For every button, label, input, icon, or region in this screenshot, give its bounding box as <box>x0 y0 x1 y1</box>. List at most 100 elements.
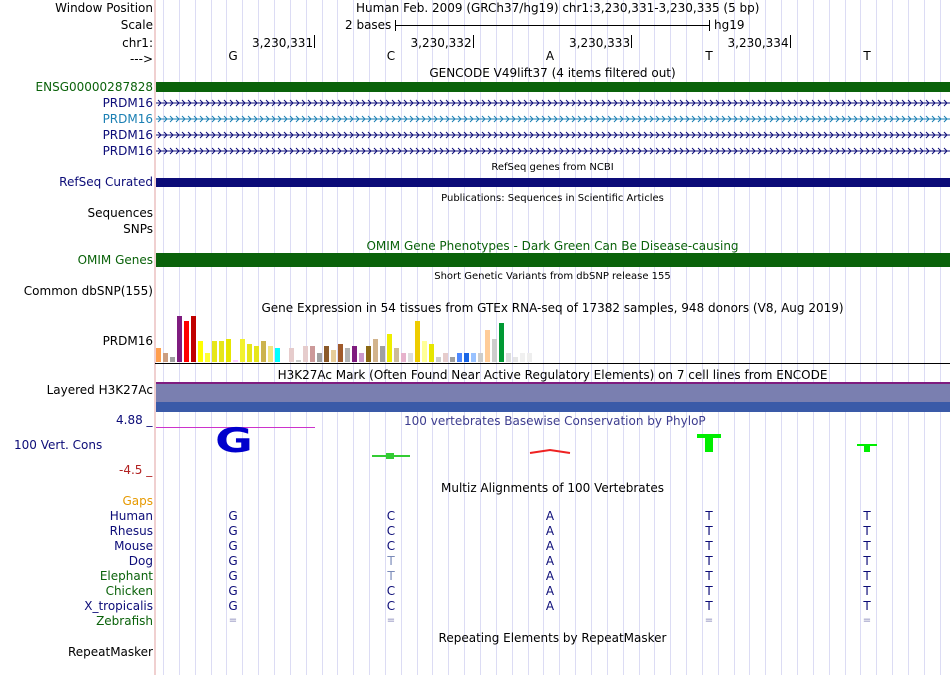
gtex-tissue-bar[interactable] <box>198 341 203 362</box>
species-label[interactable]: Zebrafish <box>96 614 153 628</box>
gtex-tissue-bar[interactable] <box>436 357 441 362</box>
gtex-tissue-bar[interactable] <box>177 316 182 362</box>
gtex-tissue-bar[interactable] <box>226 339 231 362</box>
publications-sequences-label[interactable]: Sequences <box>88 206 153 220</box>
gtex-tissue-bar[interactable] <box>331 350 336 362</box>
gtex-bar-graph[interactable] <box>156 316 536 362</box>
gtex-tissue-bar[interactable] <box>212 341 217 362</box>
gtex-tissue-bar[interactable] <box>352 346 357 362</box>
gencode-item-label[interactable]: ENSG00000287828 <box>36 80 153 94</box>
gtex-tissue-bar[interactable] <box>268 346 273 362</box>
gtex-tissue-bar[interactable] <box>485 330 490 362</box>
species-label[interactable]: X_tropicalis <box>84 599 153 613</box>
gtex-tissue-bar[interactable] <box>254 346 259 362</box>
gtex-label[interactable]: PRDM16 <box>103 334 153 348</box>
gencode-item-label[interactable]: PRDM16 <box>103 128 153 142</box>
gtex-tissue-bar[interactable] <box>366 346 371 362</box>
gtex-tissue-bar[interactable] <box>261 341 266 362</box>
gtex-tissue-bar[interactable] <box>401 353 406 362</box>
publications-snps-label[interactable]: SNPs <box>123 222 153 236</box>
gtex-tissue-bar[interactable] <box>163 353 168 362</box>
gtex-tissue-bar[interactable] <box>506 353 511 362</box>
dbsnp-label[interactable]: Common dbSNP(155) <box>24 284 153 298</box>
gencode-item-label[interactable]: PRDM16 <box>103 96 153 110</box>
refseq-label[interactable]: RefSeq Curated <box>59 175 153 189</box>
gtex-tissue-bar[interactable] <box>373 339 378 362</box>
gtex-tissue-bar[interactable] <box>345 348 350 362</box>
gtex-tissue-bar[interactable] <box>513 357 518 362</box>
species-label[interactable]: Mouse <box>114 539 153 553</box>
multiz-gaps-label[interactable]: Gaps <box>122 494 153 508</box>
gencode-intron-line[interactable] <box>156 99 950 107</box>
species-label[interactable]: Human <box>110 509 153 523</box>
gtex-track-title[interactable]: Gene Expression in 54 tissues from GTEx … <box>155 301 950 315</box>
gtex-tissue-bar[interactable] <box>457 353 462 362</box>
gtex-tissue-bar[interactable] <box>422 341 427 362</box>
gtex-tissue-bar[interactable] <box>310 346 315 362</box>
coord-label: 3,230,332 <box>410 36 472 50</box>
h3k27ac-label[interactable]: Layered H3K27Ac <box>47 383 153 397</box>
species-label[interactable]: Dog <box>129 554 153 568</box>
gtex-tissue-bar[interactable] <box>170 357 175 362</box>
gtex-tissue-bar[interactable] <box>450 357 455 362</box>
gtex-tissue-bar[interactable] <box>464 353 469 362</box>
gtex-tissue-bar[interactable] <box>478 353 483 362</box>
omim-label[interactable]: OMIM Genes <box>78 253 153 267</box>
species-label[interactable]: Chicken <box>106 584 153 598</box>
base-letter: T <box>863 49 871 63</box>
scale-label: Scale <box>120 18 153 32</box>
species-label[interactable]: Elephant <box>100 569 153 583</box>
gtex-tissue-bar[interactable] <box>387 334 392 362</box>
gtex-tissue-bar[interactable] <box>275 348 280 362</box>
gencode-intron-line[interactable] <box>156 147 950 155</box>
omim-gene-bar[interactable] <box>156 253 950 267</box>
gtex-tissue-bar[interactable] <box>429 344 434 362</box>
h3k27ac-signal[interactable] <box>156 382 950 412</box>
refseq-gene-bar[interactable] <box>156 178 950 187</box>
gencode-gene-bar[interactable] <box>156 82 950 92</box>
gtex-tissue-bar[interactable] <box>219 341 224 362</box>
gtex-tissue-bar[interactable] <box>296 360 301 362</box>
gtex-tissue-bar[interactable] <box>317 353 322 362</box>
gtex-tissue-bar[interactable] <box>527 353 532 362</box>
assembly-position[interactable]: Human Feb. 2009 (GRCh37/hg19) chr1:3,230… <box>356 1 759 15</box>
gtex-tissue-bar[interactable] <box>380 346 385 362</box>
gtex-tissue-bar[interactable] <box>191 316 196 362</box>
gtex-tissue-bar[interactable] <box>282 348 287 362</box>
gtex-tissue-bar[interactable] <box>443 353 448 362</box>
gencode-intron-line[interactable] <box>156 131 950 139</box>
refseq-track-title[interactable]: RefSeq genes from NCBI <box>155 161 950 175</box>
gtex-tissue-bar[interactable] <box>415 321 420 362</box>
gencode-intron-line[interactable] <box>156 115 950 123</box>
gtex-tissue-bar[interactable] <box>520 353 525 362</box>
omim-track-title[interactable]: OMIM Gene Phenotypes - Dark Green Can Be… <box>155 239 950 253</box>
gtex-tissue-bar[interactable] <box>240 339 245 362</box>
gtex-tissue-bar[interactable] <box>247 344 252 362</box>
dbsnp-track-title[interactable]: Short Genetic Variants from dbSNP releas… <box>155 270 950 284</box>
repeatmasker-track-title[interactable]: Repeating Elements by RepeatMasker <box>155 631 950 645</box>
gtex-tissue-bar[interactable] <box>303 346 308 362</box>
repeatmasker-label[interactable]: RepeatMasker <box>68 645 153 659</box>
gtex-tissue-bar[interactable] <box>408 353 413 362</box>
gtex-tissue-bar[interactable] <box>471 353 476 362</box>
species-label[interactable]: Rhesus <box>110 524 153 538</box>
cons-label[interactable]: 100 Vert. Cons <box>14 438 102 452</box>
gtex-tissue-bar[interactable] <box>205 353 210 362</box>
cons-wiggle[interactable]: G <box>156 425 950 465</box>
publications-track-title[interactable]: Publications: Sequences in Scientific Ar… <box>155 192 950 206</box>
gtex-tissue-bar[interactable] <box>233 360 238 362</box>
gtex-tissue-bar[interactable] <box>324 346 329 362</box>
gtex-tissue-bar[interactable] <box>338 344 343 362</box>
gencode-item-label[interactable]: PRDM16 <box>103 112 153 126</box>
gtex-tissue-bar[interactable] <box>499 323 504 362</box>
h3k27ac-track-title[interactable]: H3K27Ac Mark (Often Found Near Active Re… <box>155 368 950 382</box>
gencode-item-label[interactable]: PRDM16 <box>103 144 153 158</box>
gtex-tissue-bar[interactable] <box>492 339 497 362</box>
gtex-tissue-bar[interactable] <box>184 321 189 362</box>
gencode-track-title[interactable]: GENCODE V49lift37 (4 items filtered out) <box>155 66 950 80</box>
gtex-tissue-bar[interactable] <box>289 348 294 362</box>
gtex-tissue-bar[interactable] <box>394 348 399 362</box>
gtex-tissue-bar[interactable] <box>359 353 364 362</box>
gtex-tissue-bar[interactable] <box>156 348 161 362</box>
multiz-track-title[interactable]: Multiz Alignments of 100 Vertebrates <box>155 481 950 495</box>
